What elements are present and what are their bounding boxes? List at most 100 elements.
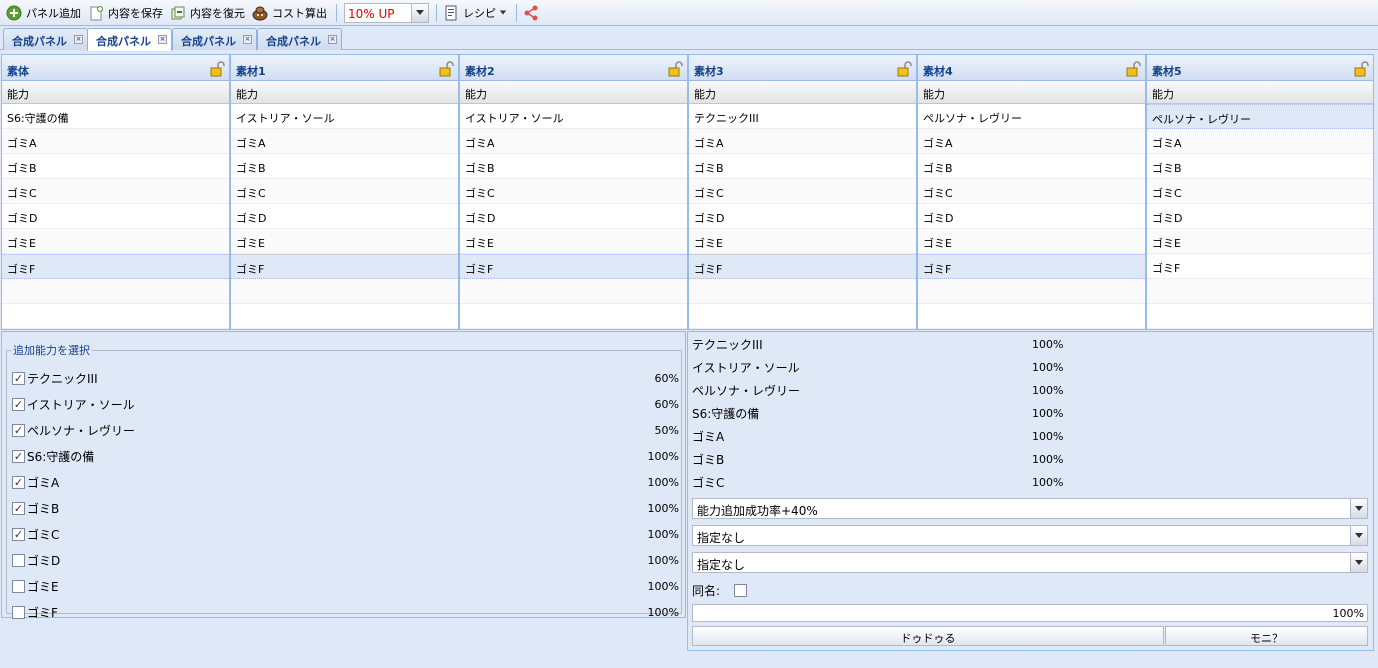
grid-row[interactable]: ゴミD	[689, 204, 916, 229]
tab-panel-3[interactable]: 合成パネル ×	[172, 28, 257, 50]
booster-select-3[interactable]: 指定なし	[692, 552, 1368, 573]
tab-panel-1[interactable]: 合成パネル ×	[3, 28, 88, 50]
grid-row[interactable]: ゴミC	[231, 179, 458, 204]
grid-row[interactable]: ゴミF	[1147, 254, 1373, 279]
grid-row[interactable]: ゴミE	[460, 229, 687, 254]
grid-row-selected[interactable]: ゴミF	[689, 254, 916, 279]
checkbox[interactable]	[12, 553, 25, 567]
ability-option[interactable]: ✓ ペルソナ・レヴリー 50%	[12, 420, 679, 440]
checkbox[interactable]: ✓	[12, 475, 25, 489]
grid-row[interactable]: ゴミA	[460, 129, 687, 154]
grid-row[interactable]: ゴミD	[1147, 204, 1373, 229]
unlock-icon[interactable]	[438, 61, 454, 77]
grid-row[interactable]: ゴミA	[1147, 129, 1373, 154]
grid-row[interactable]: ゴミE	[1147, 229, 1373, 254]
recipe-menu-button[interactable]: レシピ	[441, 2, 512, 24]
close-icon[interactable]: ×	[74, 35, 83, 44]
ability-option[interactable]: ✓ S6:守護の備 100%	[12, 446, 679, 466]
chevron-down-icon[interactable]	[1350, 553, 1367, 572]
grid-row[interactable]: ゴミD	[460, 204, 687, 229]
ability-option-rate: 50%	[654, 423, 679, 437]
grid-row[interactable]: ゴミC	[689, 179, 916, 204]
column-header: 素材1	[231, 55, 458, 81]
booster-select-2[interactable]: 指定なし	[692, 525, 1368, 546]
checkbox[interactable]	[12, 579, 25, 593]
grid-row[interactable]: ゴミA	[918, 129, 1145, 154]
grid-row-selected[interactable]: ゴミF	[460, 254, 687, 279]
same-name-checkbox[interactable]	[734, 584, 748, 597]
ability-option[interactable]: ゴミF 100%	[12, 602, 679, 622]
save-button[interactable]: 内容を保存	[86, 2, 168, 24]
grid-row[interactable]: ゴミA	[689, 129, 916, 154]
close-icon[interactable]: ×	[158, 35, 167, 44]
ability-option[interactable]: ✓ ゴミA 100%	[12, 472, 679, 492]
grid-row[interactable]: ゴミE	[2, 229, 229, 254]
grid-row[interactable]: ペルソナ・レヴリー	[918, 104, 1145, 129]
grid-row[interactable]: ゴミB	[918, 154, 1145, 179]
chevron-down-icon[interactable]	[1350, 526, 1367, 545]
checkbox[interactable]: ✓	[12, 527, 25, 541]
grid-row[interactable]: ゴミC	[1147, 179, 1373, 204]
grid-row[interactable]: S6:守護の備	[2, 104, 229, 129]
chevron-down-icon[interactable]	[411, 3, 428, 22]
grid-row[interactable]: ゴミD	[231, 204, 458, 229]
grid-row[interactable]: ゴミB	[2, 154, 229, 179]
unlock-icon[interactable]	[667, 61, 683, 77]
restore-button[interactable]: 内容を復元	[168, 2, 250, 24]
grid-row[interactable]: ゴミD	[918, 204, 1145, 229]
ability-option[interactable]: ✓ イストリア・ソール 60%	[12, 394, 679, 414]
checkbox[interactable]: ✓	[12, 449, 25, 463]
checkbox[interactable]: ✓	[12, 423, 25, 437]
grid-row[interactable]: ゴミB	[460, 154, 687, 179]
grid-row[interactable]: ゴミA	[231, 129, 458, 154]
grid-row[interactable]: ゴミC	[460, 179, 687, 204]
checkbox[interactable]: ✓	[12, 501, 25, 515]
share-button[interactable]	[521, 2, 548, 24]
close-icon[interactable]: ×	[328, 35, 337, 44]
booster-select-1[interactable]: 能力追加成功率+40%	[692, 498, 1368, 519]
grid-row-selected[interactable]: ゴミF	[2, 254, 229, 279]
grid-row[interactable]: ゴミC	[2, 179, 229, 204]
ability-option[interactable]: ✓ ゴミB 100%	[12, 498, 679, 518]
share-icon	[524, 5, 538, 20]
ability-option[interactable]: ゴミE 100%	[12, 576, 679, 596]
grid-row[interactable]: ゴミB	[1147, 154, 1373, 179]
synthesize-button[interactable]: ドゥドゥる	[692, 626, 1164, 646]
ability-option[interactable]: ゴミD 100%	[12, 550, 679, 570]
up-rate-select[interactable]: 10% UP	[344, 2, 429, 23]
grid-row[interactable]: ゴミE	[918, 229, 1145, 254]
empty-row	[2, 304, 229, 329]
ability-option[interactable]: ✓ ゴミC 100%	[12, 524, 679, 544]
unlock-icon[interactable]	[896, 61, 912, 77]
close-icon[interactable]: ×	[243, 35, 252, 44]
tab-panel-4[interactable]: 合成パネル ×	[257, 28, 342, 50]
grid-row[interactable]: ゴミB	[689, 154, 916, 179]
main-toolbar: パネル追加 内容を保存 内容を復元 コスト算出 10% UP レシピ	[0, 0, 1378, 26]
chevron-down-icon[interactable]	[1350, 499, 1367, 518]
unlock-icon[interactable]	[1125, 61, 1141, 77]
grid-row[interactable]: ゴミB	[231, 154, 458, 179]
checkbox[interactable]	[12, 605, 25, 619]
grid-row-selected[interactable]: ゴミF	[231, 254, 458, 279]
grid-row-selected[interactable]: ペルソナ・レヴリー	[1147, 104, 1373, 129]
unlock-icon[interactable]	[209, 61, 225, 77]
tab-label: 合成パネル	[266, 35, 321, 48]
checkbox[interactable]: ✓	[12, 371, 25, 385]
grid-row[interactable]: テクニックIII	[689, 104, 916, 129]
add-panel-button[interactable]: パネル追加	[4, 2, 86, 24]
result-ability: ゴミC 100%	[692, 474, 1092, 494]
ability-option[interactable]: ✓ テクニックIII 60%	[12, 368, 679, 388]
grid-row[interactable]: ゴミC	[918, 179, 1145, 204]
tab-panel-2[interactable]: 合成パネル ×	[87, 28, 172, 51]
cost-button[interactable]: コスト算出	[250, 2, 332, 24]
grid-row[interactable]: ゴミA	[2, 129, 229, 154]
grid-row[interactable]: ゴミD	[2, 204, 229, 229]
checkbox[interactable]: ✓	[12, 397, 25, 411]
monitor-button[interactable]: モニ？	[1165, 626, 1368, 646]
grid-row[interactable]: ゴミE	[231, 229, 458, 254]
unlock-icon[interactable]	[1353, 61, 1369, 77]
grid-row[interactable]: イストリア・ソール	[460, 104, 687, 129]
grid-row[interactable]: ゴミE	[689, 229, 916, 254]
grid-row-selected[interactable]: ゴミF	[918, 254, 1145, 279]
grid-row[interactable]: イストリア・ソール	[231, 104, 458, 129]
